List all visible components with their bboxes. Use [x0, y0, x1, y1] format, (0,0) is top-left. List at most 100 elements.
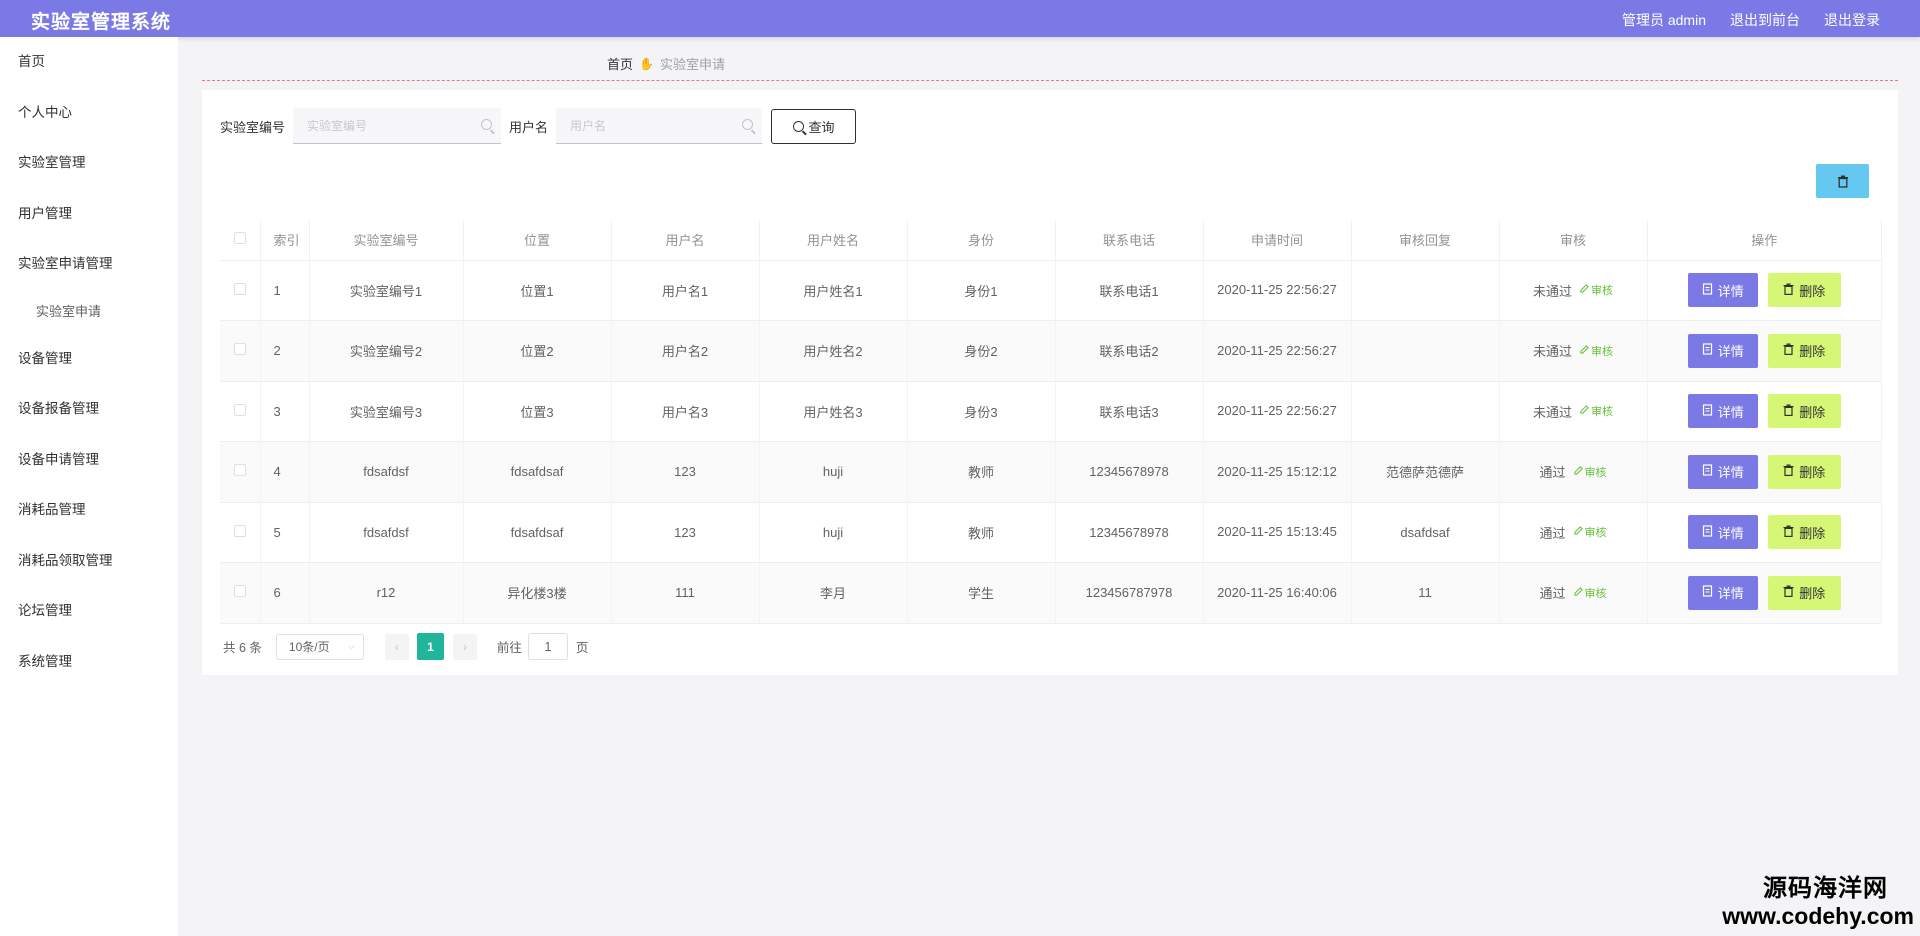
- page-size-select[interactable]: 10条/页 ⌵: [275, 633, 364, 660]
- review-button[interactable]: 审核: [1580, 403, 1613, 419]
- cell-apply-time: 2020-11-25 22:56:27: [1217, 342, 1337, 358]
- table-header-row: 索引 实验室编号 位置 用户名 用户姓名 身份 联系电话 申请时间 审核回复 审…: [220, 220, 1882, 261]
- cell-location: 异化楼3楼: [463, 562, 612, 624]
- cell-username: 111: [611, 562, 760, 624]
- detail-button-label: 详情: [1717, 465, 1744, 481]
- detail-button[interactable]: 详情: [1687, 333, 1758, 368]
- cell-location: 位置1: [463, 260, 612, 321]
- watermark-url: www.codehy.com: [1722, 903, 1914, 929]
- row-checkbox[interactable]: [233, 343, 246, 356]
- review-button[interactable]: 审核: [1573, 464, 1607, 480]
- query-button[interactable]: 查询: [771, 108, 857, 144]
- prev-page-button[interactable]: ‹: [384, 633, 409, 660]
- row-checkbox[interactable]: [233, 282, 246, 295]
- cell-phone: 联系电话1: [1055, 260, 1204, 321]
- review-status: 通过: [1539, 525, 1566, 541]
- cell-review-reply: 11: [1351, 562, 1500, 624]
- row-select-cell: [220, 320, 261, 382]
- page-number-current[interactable]: 1: [416, 633, 444, 660]
- lab-number-input[interactable]: [293, 108, 502, 143]
- row-select-cell: [220, 381, 261, 442]
- page-unit-label: 页: [575, 641, 589, 655]
- detail-button[interactable]: 详情: [1687, 273, 1758, 308]
- cell-username: 123: [611, 502, 760, 563]
- next-page-button[interactable]: ›: [452, 633, 477, 660]
- cell-user-name: huji: [759, 441, 908, 503]
- document-icon: [1702, 585, 1713, 600]
- username-field: [556, 108, 763, 144]
- cell-role: 身份2: [907, 320, 1056, 382]
- delete-button[interactable]: 删除: [1767, 575, 1841, 610]
- select-all-cell: [220, 220, 261, 261]
- goto-page-input[interactable]: 1: [527, 633, 568, 660]
- username-input[interactable]: [556, 108, 763, 143]
- sidebar-item-system[interactable]: 系统管理: [0, 637, 178, 688]
- row-checkbox[interactable]: [233, 403, 246, 416]
- col-phone: 联系电话: [1055, 220, 1204, 261]
- delete-button[interactable]: 删除: [1767, 515, 1841, 550]
- select-all-checkbox[interactable]: [233, 232, 246, 245]
- sidebar-item-consumables[interactable]: 消耗品管理: [0, 485, 178, 536]
- table-row: 1 实验室编号1 位置1 用户名1 用户姓名1 身份1 联系电话1 2020-11-25 22…: [220, 260, 1882, 321]
- review-status: 通过: [1539, 586, 1566, 602]
- delete-button-label: 删除: [1799, 404, 1826, 420]
- sidebar-item-forum[interactable]: 论坛管理: [0, 586, 178, 637]
- col-user-name: 用户姓名: [759, 220, 908, 261]
- review-button-label: 审核: [1591, 285, 1613, 298]
- cell-review: 未通过 审核: [1499, 381, 1648, 442]
- detail-button-label: 详情: [1717, 586, 1744, 602]
- col-review: 审核: [1499, 220, 1648, 261]
- cell-actions: 详情 删除: [1647, 502, 1882, 563]
- detail-button[interactable]: 详情: [1687, 515, 1758, 550]
- sidebar-item-users[interactable]: 用户管理: [0, 189, 178, 240]
- row-checkbox[interactable]: [233, 524, 246, 537]
- cell-review: 通过 审核: [1499, 502, 1648, 563]
- delete-button[interactable]: 删除: [1767, 394, 1841, 429]
- cell-index: 1: [260, 260, 310, 321]
- logout-link[interactable]: 退出登录: [1824, 10, 1880, 30]
- review-button[interactable]: 审核: [1573, 524, 1607, 540]
- search-icon: [481, 119, 493, 130]
- cell-lab-number: fdsafdsf: [309, 502, 464, 563]
- sidebar-item-consumables-collect[interactable]: 消耗品领取管理: [0, 536, 178, 587]
- cell-apply-time: 2020-11-25 15:13:45: [1217, 524, 1337, 540]
- col-location: 位置: [463, 220, 612, 261]
- cell-apply-time: 2020-11-25 22:56:27: [1217, 282, 1337, 298]
- detail-button[interactable]: 详情: [1687, 454, 1758, 489]
- cell-actions: 详情 删除: [1647, 260, 1882, 321]
- delete-button-label: 删除: [1799, 525, 1826, 541]
- lab-number-field: [293, 108, 502, 144]
- cell-lab-number: 实验室编号1: [309, 260, 464, 321]
- sidebar-item-home[interactable]: 首页: [0, 37, 178, 88]
- review-button[interactable]: 审核: [1573, 585, 1607, 601]
- sidebar-item-equipment-apply[interactable]: 设备申请管理: [0, 435, 178, 486]
- sidebar-item-lab-apply[interactable]: 实验室申请管理: [0, 239, 178, 290]
- detail-button[interactable]: 详情: [1687, 575, 1758, 610]
- col-review-reply: 审核回复: [1351, 220, 1500, 261]
- sidebar-item-equipment-report[interactable]: 设备报备管理: [0, 384, 178, 435]
- review-button[interactable]: 审核: [1580, 282, 1613, 298]
- chevron-left-icon: ‹: [394, 639, 399, 654]
- sidebar-item-lab[interactable]: 实验室管理: [0, 138, 178, 189]
- edit-icon: [1580, 284, 1589, 296]
- delete-button[interactable]: 删除: [1767, 454, 1841, 489]
- sidebar-subitem-lab-apply[interactable]: 实验室申请: [0, 290, 178, 334]
- row-checkbox[interactable]: [233, 585, 246, 598]
- document-icon: [1702, 283, 1713, 298]
- batch-delete-button[interactable]: [1816, 164, 1869, 198]
- row-checkbox[interactable]: [233, 464, 246, 477]
- app-title: 实验室管理系统: [31, 12, 172, 33]
- cell-phone: 联系电话3: [1055, 381, 1204, 442]
- table-row: 3 实验室编号3 位置3 用户名3 用户姓名3 身份3 联系电话3 2020-11-25 22…: [220, 381, 1882, 442]
- review-button[interactable]: 审核: [1580, 343, 1613, 359]
- sidebar-item-profile[interactable]: 个人中心: [0, 88, 178, 139]
- detail-button[interactable]: 详情: [1687, 394, 1758, 429]
- detail-button-label: 详情: [1717, 525, 1744, 541]
- breadcrumb-home[interactable]: 首页: [607, 54, 633, 73]
- front-link[interactable]: 退出到前台: [1730, 10, 1800, 30]
- sidebar-item-equipment[interactable]: 设备管理: [0, 334, 178, 385]
- delete-button[interactable]: 删除: [1767, 333, 1841, 368]
- cell-index: 3: [260, 381, 310, 442]
- row-select-cell: [220, 441, 261, 503]
- delete-button[interactable]: 删除: [1767, 273, 1841, 308]
